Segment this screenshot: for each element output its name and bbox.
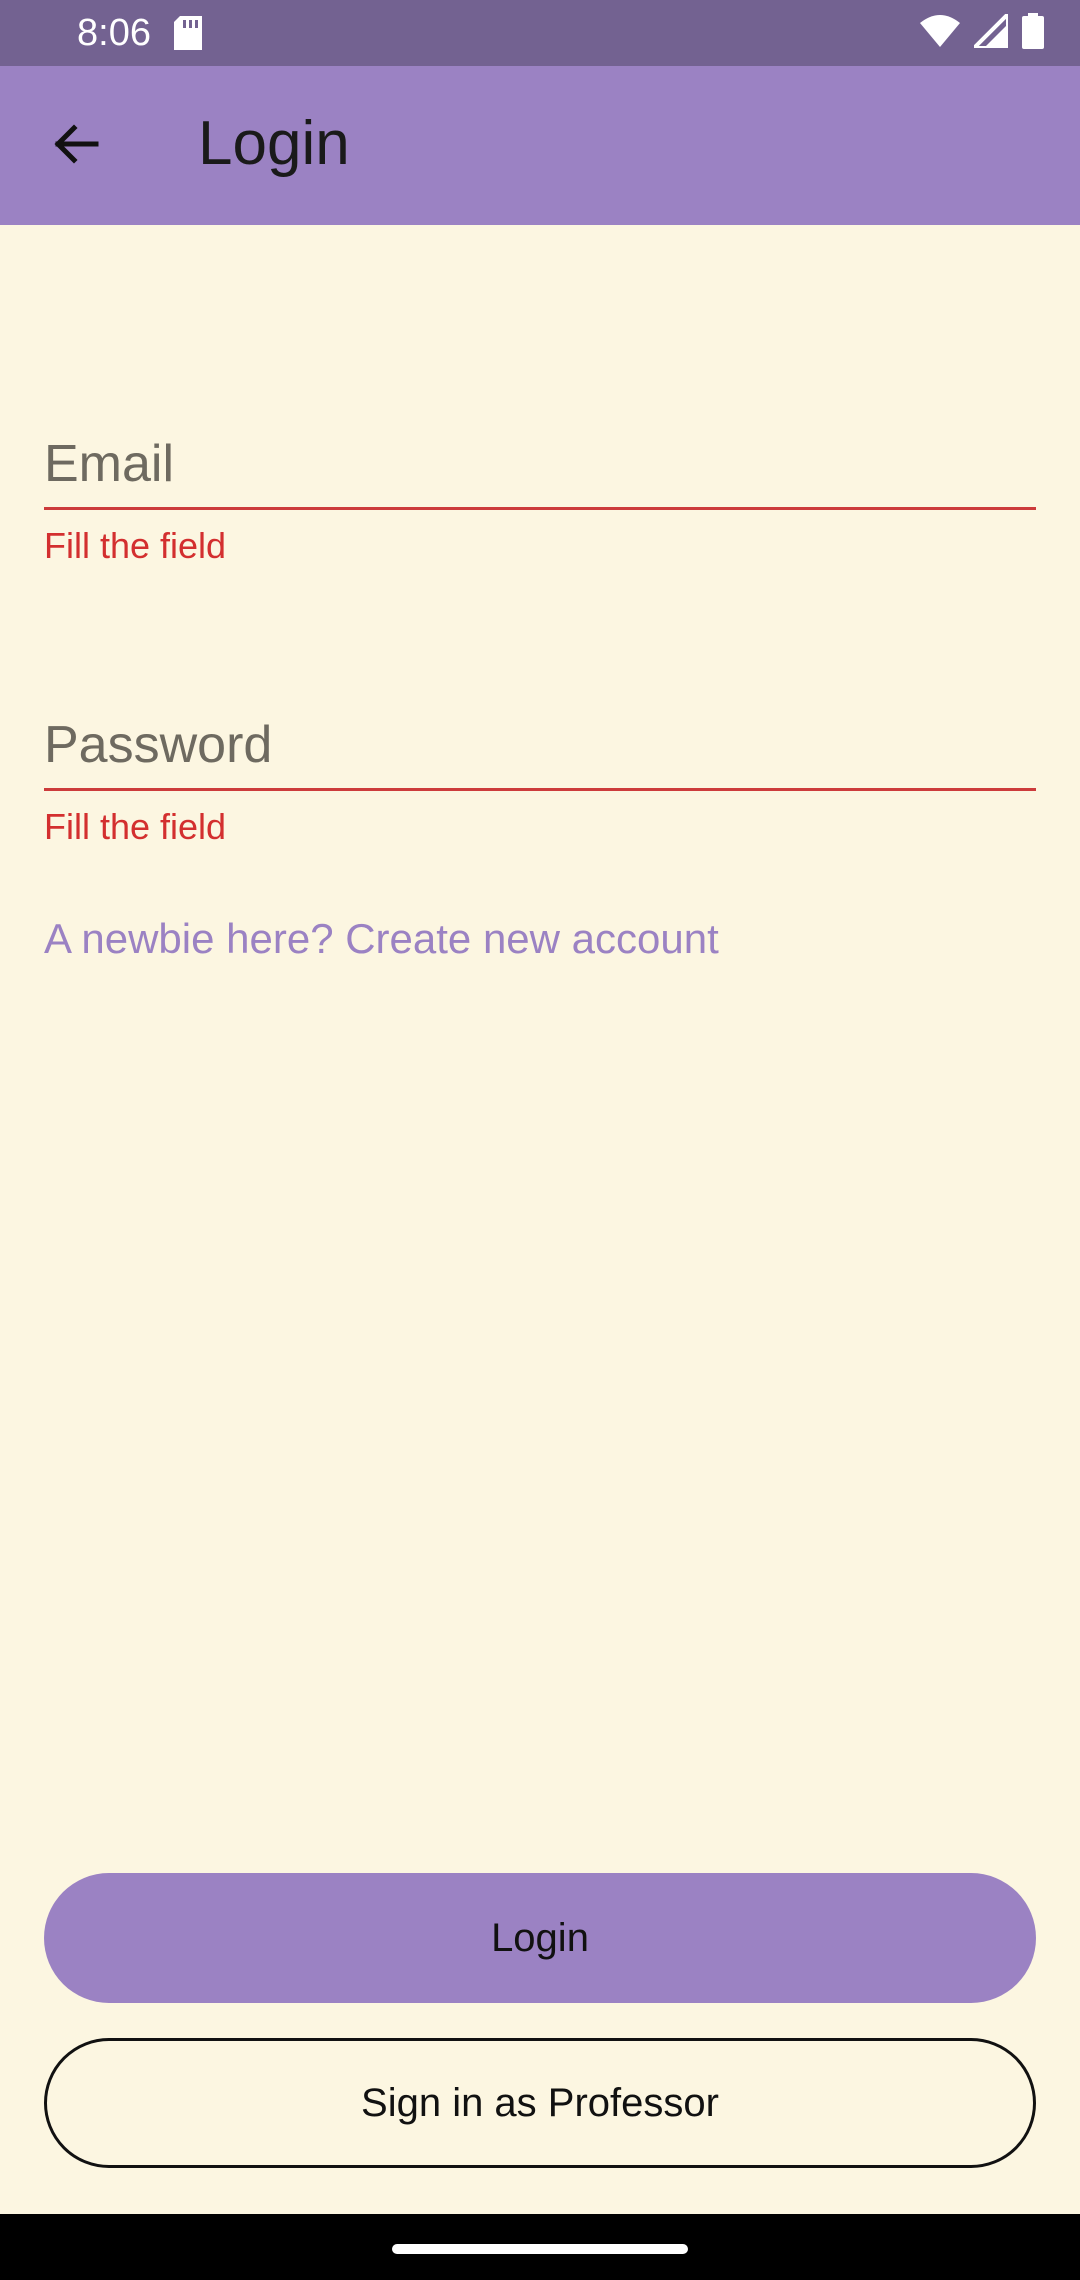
status-icons (920, 8, 1044, 54)
password-field[interactable] (44, 701, 1036, 791)
password-error-text: Fill the field (44, 806, 227, 847)
email-field-container: Fill the field (44, 420, 1036, 568)
app-bar: Login (0, 66, 1080, 225)
battery-icon (1022, 12, 1044, 54)
cell-signal-icon (969, 8, 1010, 53)
email-error-text: Fill the field (44, 525, 227, 566)
status-time: 8:06 (77, 12, 151, 54)
navigation-bar (0, 2214, 1080, 2280)
wifi-icon (920, 14, 960, 52)
arrow-back-icon (52, 120, 100, 173)
sign-in-professor-button[interactable]: Sign in as Professor (44, 2038, 1036, 2168)
page-title: Login (198, 109, 350, 178)
password-field-container: Fill the field (44, 701, 1036, 849)
home-gesture-handle[interactable] (392, 2244, 688, 2254)
email-field[interactable] (44, 420, 1036, 510)
sd-card-icon (174, 16, 202, 50)
login-button[interactable]: Login (44, 1873, 1036, 2003)
create-account-link[interactable]: A newbie here? Create new account (44, 912, 719, 966)
status-bar: 8:06 (0, 0, 1080, 66)
back-button[interactable] (36, 106, 116, 186)
